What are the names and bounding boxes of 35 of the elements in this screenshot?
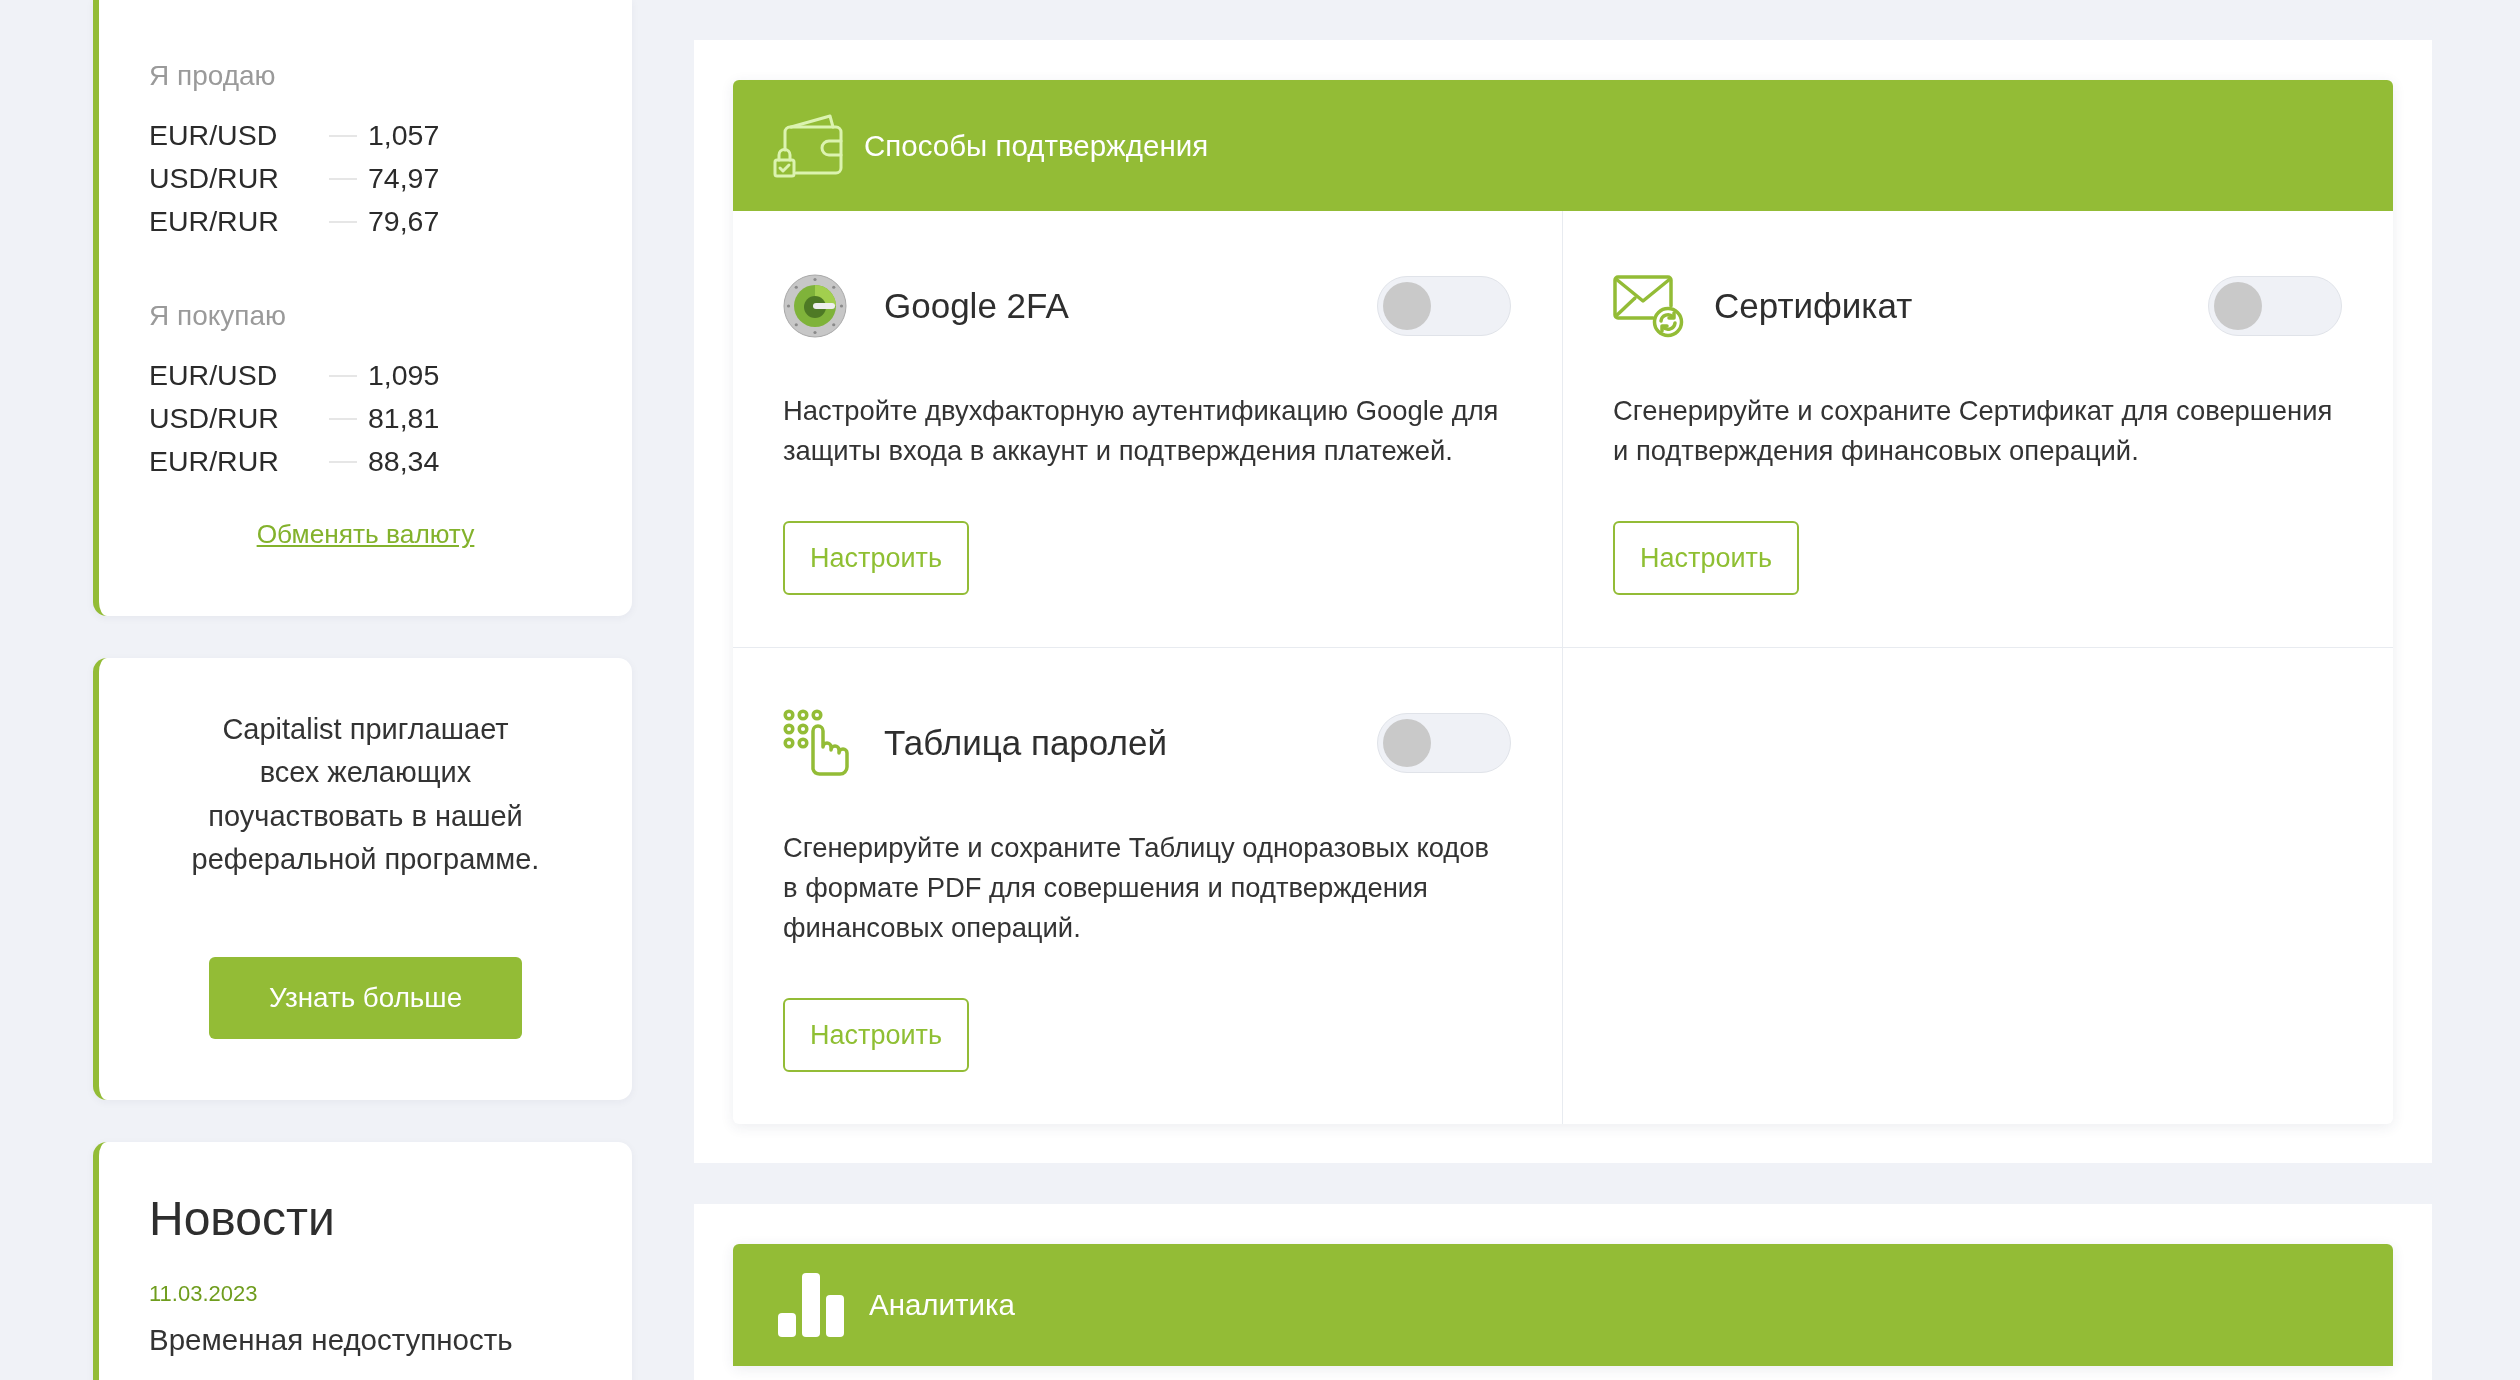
method-title: Google 2FA — [884, 286, 1070, 326]
exchange-rate: 1,095 — [368, 359, 440, 392]
wallet-lock-icon — [773, 113, 844, 178]
g-dial-icon — [783, 274, 847, 338]
setup-button[interactable]: Настроить — [1613, 521, 1799, 595]
news-heading: Новости — [149, 1191, 336, 1248]
method-description: Сгенерируйте и сохраните Сертификат для совершения и подтверждения финансовых операций. — [1613, 394, 2334, 468]
currency-pair: EUR/RUR — [149, 205, 280, 238]
exchange-rate: 88,34 — [368, 445, 440, 478]
setup-button[interactable]: Настроить — [783, 521, 969, 595]
panel-title: Аналитика — [869, 1288, 1016, 1322]
setup-button[interactable]: Настроить — [783, 998, 969, 1072]
panel-title: Способы подтверждения — [864, 128, 1209, 163]
currency-pair: USD/RUR — [149, 162, 280, 195]
currency-pair: EUR/RUR — [149, 445, 280, 478]
learn-more-button[interactable]: Узнать больше — [209, 957, 522, 1040]
section-label: Я покупаю — [149, 299, 288, 333]
method-description: Сгенерируйте и сохраните Таблицу одноразовых кодов в формате PDF для совершения и подтверждения финансовых операций. — [783, 831, 1491, 945]
method-title: Таблица паролей — [884, 723, 1168, 763]
exchange-rate: 81,81 — [368, 402, 440, 435]
exchange-rate: 1,057 — [368, 119, 440, 152]
method-title: Сертификат — [1714, 286, 1914, 326]
exchange-link[interactable]: Обменять валюту — [256, 519, 475, 549]
exchange-rate: 79,67 — [368, 205, 440, 238]
referral-text: Capitalist приглашает всех желающих поучаствовать в нашей реферальной программе. — [190, 712, 541, 877]
exchange-rate: 74,97 — [368, 162, 440, 195]
bar-chart-icon — [778, 1273, 844, 1337]
currency-pair: EUR/USD — [149, 119, 279, 152]
news-item-title[interactable]: Временная недоступность — [149, 1322, 582, 1359]
method-description: Настройте двухфакторную аутентификацию Google для защиты входа в аккаунт и подтверждения платежей. — [783, 394, 1500, 468]
section-label: Я продаю — [149, 59, 277, 93]
news-date: 11.03.2023 — [149, 1280, 259, 1309]
currency-pair: EUR/USD — [149, 359, 279, 392]
envelope-refresh-icon — [1613, 274, 1684, 338]
currency-pair: USD/RUR — [149, 402, 280, 435]
